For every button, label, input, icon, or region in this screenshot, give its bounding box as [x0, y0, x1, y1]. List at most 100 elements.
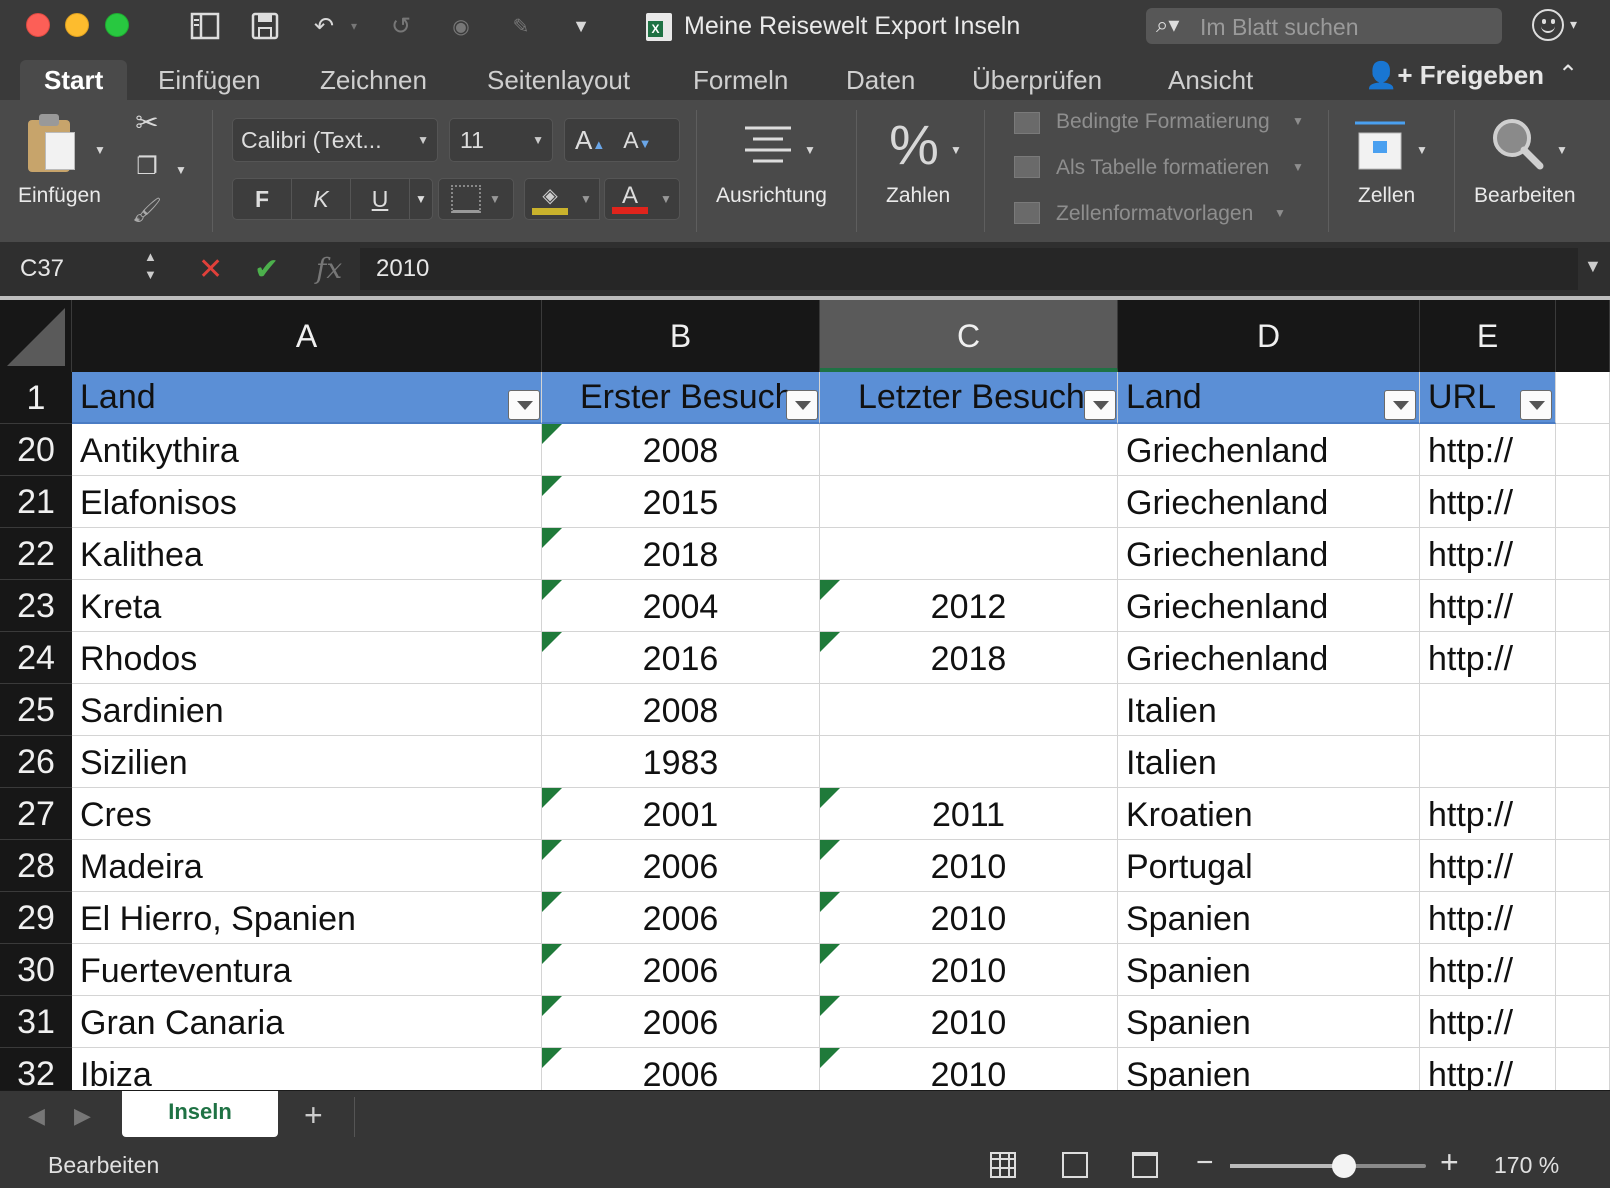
- table-cell-a[interactable]: Rhodos: [72, 632, 542, 684]
- table-cell-e[interactable]: http://: [1420, 840, 1556, 892]
- undo-icon[interactable]: ↶: [304, 10, 344, 42]
- cut-icon[interactable]: ✂: [130, 106, 164, 138]
- paste-icon[interactable]: [28, 112, 78, 174]
- tab-ueberpruefen[interactable]: Überprüfen: [972, 60, 1102, 100]
- table-cell-c[interactable]: [820, 528, 1118, 580]
- tab-start[interactable]: Start: [20, 60, 128, 100]
- table-cell-a[interactable]: Gran Canaria: [72, 996, 542, 1048]
- table-cell-d[interactable]: Griechenland: [1118, 632, 1420, 684]
- underline-dropdown-icon[interactable]: ▼: [409, 178, 433, 220]
- row-header[interactable]: 25: [0, 684, 72, 736]
- row-header[interactable]: 26: [0, 736, 72, 788]
- table-cell-e[interactable]: http://: [1420, 944, 1556, 996]
- table-cell-d[interactable]: Spanien: [1118, 892, 1420, 944]
- table-cell-a[interactable]: Cres: [72, 788, 542, 840]
- table-cell-d[interactable]: Portugal: [1118, 840, 1420, 892]
- add-sheet-icon[interactable]: +: [304, 1097, 323, 1134]
- bold-button[interactable]: F: [232, 178, 292, 220]
- table-cell-b[interactable]: 2006: [542, 996, 820, 1048]
- close-window-button[interactable]: [26, 13, 50, 37]
- table-cell-d[interactable]: Italien: [1118, 684, 1420, 736]
- edit-dropdown-icon[interactable]: ▼: [1554, 134, 1570, 166]
- next-sheet-icon[interactable]: ▶: [74, 1103, 91, 1129]
- table-cell-b[interactable]: 2016: [542, 632, 820, 684]
- table-cell-d[interactable]: Italien: [1118, 736, 1420, 788]
- table-cell-d[interactable]: Kroatien: [1118, 788, 1420, 840]
- zoom-slider[interactable]: [1230, 1154, 1426, 1178]
- row-header[interactable]: 24: [0, 632, 72, 684]
- row-header[interactable]: 20: [0, 424, 72, 476]
- number-label[interactable]: Zahlen: [886, 184, 950, 208]
- tab-seitenlayout[interactable]: Seitenlayout: [487, 60, 630, 100]
- table-cell-c[interactable]: 2010: [820, 996, 1118, 1048]
- row-header[interactable]: 22: [0, 528, 72, 580]
- tab-formeln[interactable]: Formeln: [693, 60, 788, 100]
- collapse-ribbon-icon[interactable]: ⌃: [1558, 60, 1578, 89]
- cells-dropdown-icon[interactable]: ▼: [1414, 134, 1430, 166]
- filter-dropdown-icon[interactable]: [1384, 390, 1416, 420]
- table-cell-b[interactable]: 2006: [542, 840, 820, 892]
- filter-dropdown-icon[interactable]: [786, 390, 818, 420]
- table-cell-d[interactable]: Spanien: [1118, 996, 1420, 1048]
- row-header[interactable]: 32: [0, 1048, 72, 1090]
- table-cell-b[interactable]: 2006: [542, 1048, 820, 1090]
- column-header-e[interactable]: E: [1420, 300, 1556, 372]
- copy-dropdown-icon[interactable]: ▼: [172, 154, 190, 186]
- row-header[interactable]: 29: [0, 892, 72, 944]
- table-cell-b[interactable]: 2001: [542, 788, 820, 840]
- row-header[interactable]: 21: [0, 476, 72, 528]
- table-cell-d[interactable]: Griechenland: [1118, 528, 1420, 580]
- table-cell-d[interactable]: Griechenland: [1118, 424, 1420, 476]
- paste-label[interactable]: Einfügen: [18, 184, 101, 208]
- error-indicator-icon[interactable]: [820, 944, 840, 964]
- macro-icon[interactable]: ◉: [446, 10, 476, 42]
- table-cell-c[interactable]: 2010: [820, 944, 1118, 996]
- empty-cell[interactable]: [1556, 736, 1610, 788]
- error-indicator-icon[interactable]: [820, 788, 840, 808]
- font-size-select[interactable]: 11 ▼: [449, 118, 553, 162]
- table-cell-c[interactable]: [820, 684, 1118, 736]
- copy-icon[interactable]: ❐: [130, 150, 164, 182]
- share-button[interactable]: 👤+ Freigeben: [1365, 60, 1544, 91]
- empty-cell[interactable]: [1556, 996, 1610, 1048]
- error-indicator-icon[interactable]: [820, 840, 840, 860]
- table-cell-c[interactable]: 2018: [820, 632, 1118, 684]
- column-header-c[interactable]: C: [820, 300, 1118, 372]
- underline-button[interactable]: U: [350, 178, 410, 220]
- table-cell-c[interactable]: 2012: [820, 580, 1118, 632]
- table-cell-e[interactable]: http://: [1420, 1048, 1556, 1090]
- error-indicator-icon[interactable]: [542, 1048, 562, 1068]
- name-box[interactable]: C37: [0, 242, 168, 296]
- normal-view-icon[interactable]: [990, 1152, 1016, 1178]
- table-cell-e[interactable]: http://: [1420, 788, 1556, 840]
- error-indicator-icon[interactable]: [542, 788, 562, 808]
- table-cell-a[interactable]: Kreta: [72, 580, 542, 632]
- table-cell-b[interactable]: 2008: [542, 684, 820, 736]
- table-cell-b[interactable]: 2018: [542, 528, 820, 580]
- column-header-b[interactable]: B: [542, 300, 820, 372]
- table-cell-c[interactable]: [820, 736, 1118, 788]
- table-cell-c[interactable]: [820, 424, 1118, 476]
- table-cell-a[interactable]: Fuerteventura: [72, 944, 542, 996]
- table-cell-a[interactable]: Kalithea: [72, 528, 542, 580]
- grow-font-button[interactable]: A▲: [575, 125, 605, 156]
- column-header-a[interactable]: A: [72, 300, 542, 372]
- column-header-d[interactable]: D: [1118, 300, 1420, 372]
- percent-icon[interactable]: %: [884, 113, 944, 176]
- table-header-cell[interactable]: URL: [1420, 372, 1556, 424]
- empty-cell[interactable]: [1556, 476, 1610, 528]
- number-dropdown-icon[interactable]: ▼: [948, 134, 964, 166]
- empty-cell[interactable]: [1556, 632, 1610, 684]
- sheet-search-field[interactable]: ⌕▾ Im Blatt suchen: [1146, 8, 1502, 44]
- table-cell-a[interactable]: Antikythira: [72, 424, 542, 476]
- error-indicator-icon[interactable]: [820, 632, 840, 652]
- alignment-label[interactable]: Ausrichtung: [716, 184, 827, 208]
- table-cell-b[interactable]: 2006: [542, 892, 820, 944]
- table-cell-c[interactable]: 2010: [820, 1048, 1118, 1090]
- table-header-cell[interactable]: Land: [1118, 372, 1420, 424]
- format-painter-icon[interactable]: 🖌: [130, 194, 164, 226]
- empty-cell[interactable]: [1556, 1048, 1610, 1090]
- table-cell-b[interactable]: 2006: [542, 944, 820, 996]
- table-cell-b[interactable]: 2008: [542, 424, 820, 476]
- table-cell-d[interactable]: Spanien: [1118, 944, 1420, 996]
